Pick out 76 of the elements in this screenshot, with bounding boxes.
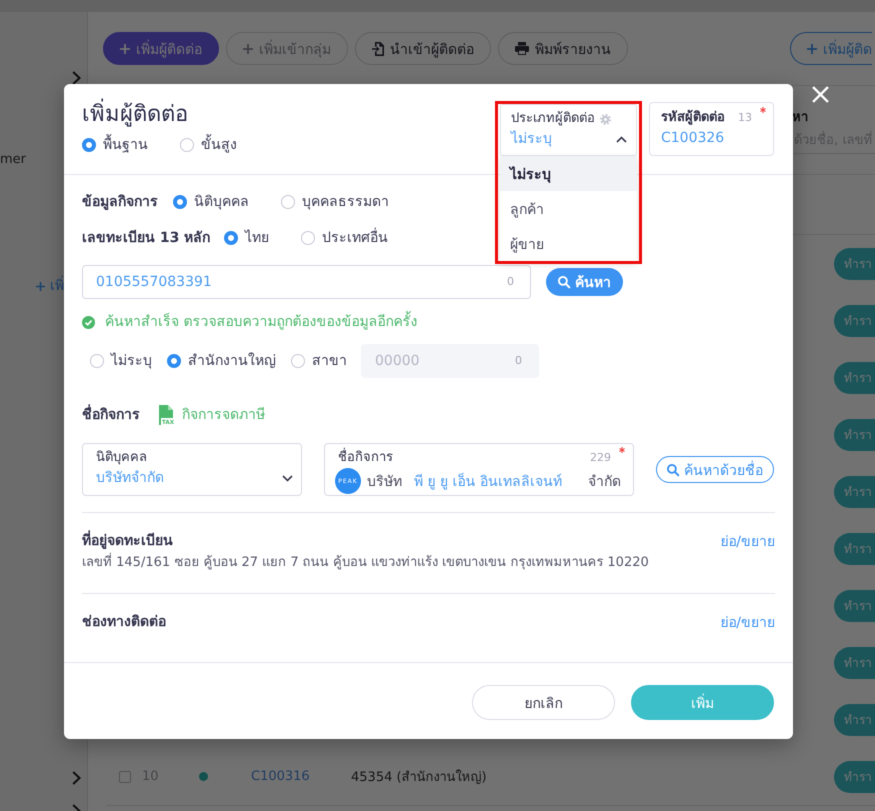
character-counter: 0	[515, 354, 522, 368]
radio-label: นิติบุคคล	[194, 193, 249, 211]
dropdown-option[interactable]: ผู้ขาย	[500, 226, 637, 261]
radio-button[interactable]	[180, 138, 194, 152]
plus-icon	[243, 44, 253, 54]
chevron-down-icon	[282, 474, 293, 482]
name-prefix: บริษัท	[367, 473, 402, 492]
plus-icon	[120, 44, 130, 54]
action-button[interactable]: ทำรา	[834, 532, 875, 564]
printer-icon	[515, 42, 529, 55]
contact-type-dropdown[interactable]: ประเภทผู้ติดต่อ ไม่ระบุ	[500, 104, 637, 156]
radio-label: ไทย	[245, 229, 270, 247]
action-button[interactable]: ทำรา	[834, 646, 875, 678]
action-button[interactable]: ทำรา	[834, 304, 875, 336]
sidebar-label: mer	[0, 152, 26, 168]
character-counter: 13	[738, 111, 752, 125]
import-icon	[372, 42, 384, 56]
add-button[interactable]: เพิ่ม	[631, 685, 774, 720]
row-checkbox[interactable]	[119, 770, 131, 782]
character-counter: 0	[507, 275, 514, 289]
registration-number-field[interactable]: 0105557083391 0	[82, 265, 531, 299]
search-icon	[558, 276, 570, 288]
collapse-toggle-link[interactable]: ย่อ/ขยาย	[720, 530, 775, 552]
status-dot	[199, 772, 208, 781]
action-button[interactable]: ทำรา	[834, 418, 875, 450]
contact-code-field[interactable]: รหัสผู้ติดต่อ 13 C100326	[649, 102, 774, 156]
action-button[interactable]: ทำรา	[834, 704, 875, 736]
radio-button[interactable]	[301, 231, 316, 245]
dialog-title: เพิ่มผู้ติดต่อ	[82, 101, 188, 129]
radio-button[interactable]	[281, 195, 295, 209]
radio-button[interactable]	[224, 231, 238, 245]
search-label: หา	[792, 109, 809, 126]
radio-label: ขั้นสูง	[201, 136, 237, 154]
field-label: ข้อมูลกิจการ	[82, 193, 158, 211]
address-text: เลขที่ 145/161 ซอย คู้บอน 27 แยก 7 ถนน คู้บอน แขวงท่าแร้ง เขตบางเขน กรุงเทพมหานคร 10220	[82, 554, 775, 572]
cancel-button[interactable]: ยกเลิก	[472, 685, 615, 720]
radio-label: พื้นฐาน	[103, 136, 148, 154]
search-button[interactable]: ค้นหา	[546, 268, 623, 296]
radio-button[interactable]	[173, 195, 187, 209]
plus-icon	[807, 44, 817, 54]
contact-code-link[interactable]: C100316	[251, 769, 310, 784]
action-button[interactable]: ทำรา	[834, 590, 875, 622]
section-title: ช่องทางติดต่อ	[82, 613, 166, 631]
character-counter: 229	[590, 451, 611, 465]
dropdown-option[interactable]: ลูกค้า	[500, 191, 637, 226]
search-icon	[667, 464, 679, 476]
action-button[interactable]: ทำรา	[834, 248, 875, 280]
field-label: เลขทะเบียน 13 หลัก	[82, 229, 210, 247]
radio-label: ประเทศอื่น	[322, 229, 388, 247]
plus-icon	[36, 282, 45, 290]
chevron-up-icon	[616, 136, 627, 142]
entity-type-select[interactable]: นิติบุคคล บริษัทจำกัด	[82, 443, 302, 496]
dropdown-option[interactable]: ไม่ระบุ	[500, 156, 637, 191]
chevron-right-icon[interactable]	[72, 71, 81, 85]
success-check-icon	[82, 316, 95, 328]
close-icon[interactable]	[812, 86, 829, 103]
radio-label: ไม่ระบุ	[111, 352, 152, 370]
field-label: ชื่อกิจการ	[82, 406, 140, 424]
radio-label: บุคคลธรรมดา	[302, 193, 389, 211]
print-button[interactable]: พิมพ์รายงาน	[498, 32, 628, 65]
action-button[interactable]: ทำรา	[834, 760, 875, 792]
action-button[interactable]: ทำรา	[834, 476, 875, 508]
tax-status-label: กิจการจดภาษี	[182, 406, 265, 424]
radio-label: สาขา	[312, 352, 347, 370]
radio-label: สำนักงานใหญ่	[188, 352, 276, 370]
contact-name: 45354 (สำนักงานใหญ่)	[351, 768, 487, 787]
action-button[interactable]: ทำรา	[834, 362, 875, 394]
section-title: ที่อยู่จดทะเบียน	[82, 532, 173, 550]
import-button[interactable]: นำเข้าผู้ติดต่อ	[355, 32, 491, 65]
success-message: ค้นหาสำเร็จ ตรวจสอบความถูกต้องของข้อมูลอีกครั้ง	[105, 313, 418, 331]
add-contact-button[interactable]: เพิ่มผู้ติดต่อ	[103, 32, 219, 65]
add-contact-button[interactable]: เพิ่มผู้ติด	[790, 32, 872, 65]
collapse-toggle-link[interactable]: ย่อ/ขยาย	[720, 611, 775, 633]
radio-button[interactable]	[82, 138, 96, 152]
search-by-name-button[interactable]: ค้นหาด้วยชื่อ	[656, 456, 774, 483]
name-suffix: จำกัด	[588, 473, 621, 492]
